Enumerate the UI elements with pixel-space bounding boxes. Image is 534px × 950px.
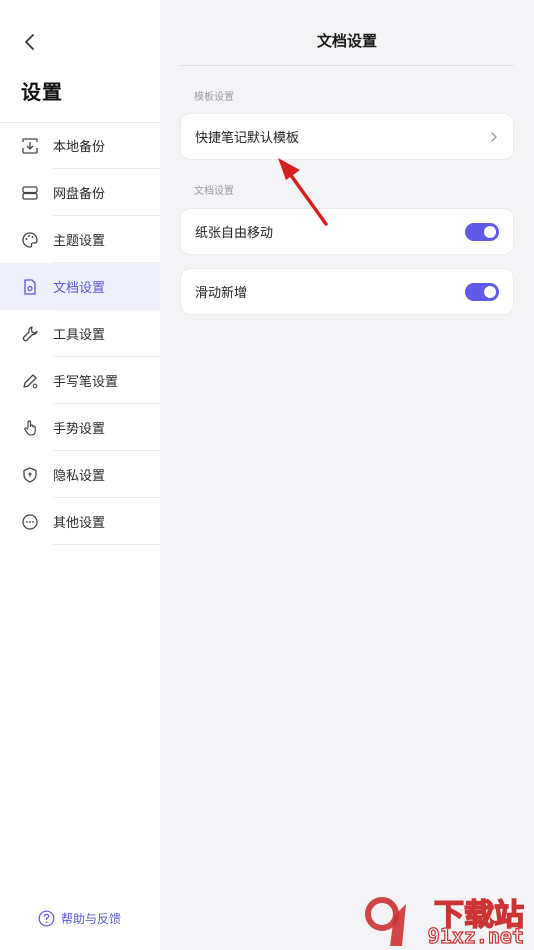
sidebar-title: 设置 xyxy=(21,80,63,104)
chevron-right-icon xyxy=(491,131,497,142)
sidebar-item-privacy[interactable]: 隐私设置 xyxy=(0,451,160,498)
paper-free-move-row: 纸张自由移动 xyxy=(180,208,514,255)
watermark-text-domain: 91xz.net xyxy=(427,923,525,948)
title-divider xyxy=(180,65,514,66)
row-label: 纸张自由移动 xyxy=(195,226,274,241)
toggle-knob xyxy=(484,285,496,298)
help-feedback-label: 帮助与反馈 xyxy=(61,912,122,926)
sidebar-item-label: 本地备份 xyxy=(53,140,106,155)
swipe-add-row: 滑动新增 xyxy=(180,268,514,315)
sidebar-item-theme[interactable]: 主题设置 xyxy=(0,216,160,263)
sidebar-item-label: 工具设置 xyxy=(53,328,106,343)
sidebar-item-label: 网盘备份 xyxy=(53,187,106,202)
watermark: 下载站 91xz.net xyxy=(360,890,530,950)
page-title: 文档设置 xyxy=(316,32,377,50)
sidebar: 设置 本地备份 网盘备份 主题设置 文档设置 工具设置 手写笔设置 手势设置 隐… xyxy=(0,0,160,950)
sidebar-item-tools[interactable]: 工具设置 xyxy=(0,310,160,357)
sidebar-item-label: 手写笔设置 xyxy=(53,375,119,390)
sidebar-item-local-backup[interactable]: 本地备份 xyxy=(0,122,160,169)
help-feedback-link[interactable]: 帮助与反馈 xyxy=(38,910,121,927)
chevron-left-icon xyxy=(25,34,34,50)
section-label-document: 文档设置 xyxy=(194,186,234,197)
row-label: 快捷笔记默认模板 xyxy=(195,131,300,146)
paper-free-move-toggle[interactable] xyxy=(465,222,499,241)
sidebar-item-label: 主题设置 xyxy=(53,234,106,249)
main-content: 文档设置 模板设置 快捷笔记默认模板 文档设置 纸张自由移动 滑动新增 xyxy=(160,0,534,950)
sidebar-item-label: 手势设置 xyxy=(53,422,106,437)
default-template-row[interactable]: 快捷笔记默认模板 xyxy=(180,113,514,160)
wrench-icon xyxy=(20,324,40,344)
sidebar-item-label: 文档设置 xyxy=(53,281,106,296)
toggle-knob xyxy=(484,225,496,238)
help-icon xyxy=(38,910,55,927)
back-button[interactable] xyxy=(16,28,44,56)
sidebar-item-other[interactable]: 其他设置 xyxy=(0,498,160,545)
palette-icon xyxy=(20,230,40,250)
cloud-drive-icon xyxy=(20,183,40,203)
more-icon xyxy=(20,512,40,532)
settings-menu: 本地备份 网盘备份 主题设置 文档设置 工具设置 手写笔设置 手势设置 隐私设置… xyxy=(0,122,160,545)
sidebar-item-label: 隐私设置 xyxy=(53,469,106,484)
sidebar-item-stylus[interactable]: 手写笔设置 xyxy=(0,357,160,404)
swipe-add-toggle[interactable] xyxy=(465,282,499,301)
row-label: 滑动新增 xyxy=(195,286,248,301)
shield-icon xyxy=(20,465,40,485)
hand-gesture-icon xyxy=(20,418,40,438)
sidebar-item-gesture[interactable]: 手势设置 xyxy=(0,404,160,451)
pen-icon xyxy=(20,371,40,391)
local-backup-icon xyxy=(20,136,40,156)
sidebar-item-document[interactable]: 文档设置 xyxy=(0,263,160,310)
document-settings-icon xyxy=(20,277,40,297)
sidebar-item-label: 其他设置 xyxy=(53,516,106,531)
watermark-logo xyxy=(365,897,406,946)
section-label-template: 模板设置 xyxy=(194,92,234,103)
sidebar-item-cloud-backup[interactable]: 网盘备份 xyxy=(0,169,160,216)
